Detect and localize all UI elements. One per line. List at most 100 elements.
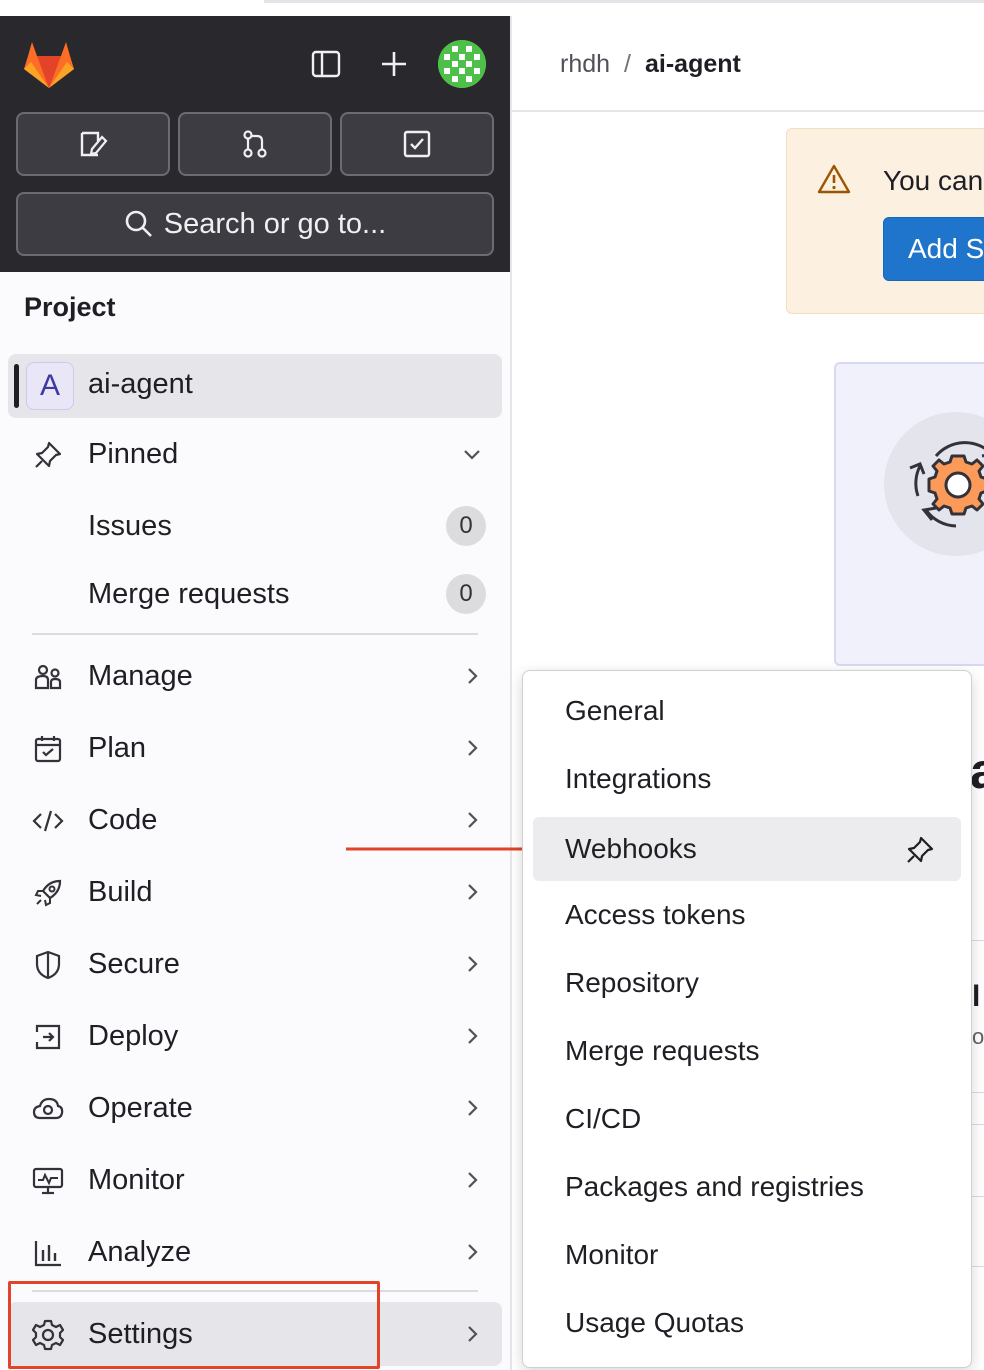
menu-item-webhooks[interactable]: Webhooks [533,817,961,881]
menu-item-merge-requests[interactable]: Merge requests [533,1019,961,1083]
chevron-right-icon [468,1326,478,1342]
project-avatar: A [26,362,74,410]
menu-item-label: Webhooks [565,833,697,864]
code-icon [28,804,68,838]
deploy-icon [28,1020,68,1054]
issues-icon [80,131,108,157]
menu-item-usage-quotas[interactable]: Usage Quotas [533,1291,961,1355]
rocket-icon [28,876,68,910]
add-ssh-key-button[interactable]: Add S [883,217,984,281]
menu-item-repository[interactable]: Repository [533,951,961,1015]
sidebar-item-deploy[interactable]: Deploy [8,1004,502,1068]
sidebar-item-label: Deploy [88,1020,179,1052]
gitlab-logo-icon[interactable] [22,38,76,90]
sidebar-item-label: Monitor [88,1164,185,1196]
search-placeholder: Search or go to... [163,207,387,240]
sidebar-item-secure[interactable]: Secure [8,932,502,996]
menu-item-label: Repository [565,967,699,998]
breadcrumb-separator: / [624,50,631,78]
heading-fragment: a [970,743,984,799]
header-divider [512,110,984,112]
chevron-right-icon [468,1100,478,1116]
sidebar-item-label: Build [88,876,153,908]
illustration-circle [884,412,984,556]
sidebar-item-plan[interactable]: Plan [8,716,502,780]
menu-item-label: Integrations [565,763,712,794]
alert-text: You can [883,165,984,196]
chevron-right-icon [468,1028,478,1044]
empty-state-card [834,362,984,666]
menu-item-access-tokens[interactable]: Access tokens [533,883,961,947]
active-indicator [14,364,19,408]
sidebar-header: Search or go to... [0,16,510,272]
text-fragment: ol [972,1024,984,1049]
menu-item-monitor[interactable]: Monitor [533,1223,961,1287]
breadcrumb: rhdh / ai-agent [560,50,741,79]
menu-item-label: General [565,695,665,726]
app-root: Search or go to... Project A ai-agent Pi… [0,0,984,1370]
pinned-item-merge-requests[interactable]: Merge requests 0 [8,562,502,626]
shield-icon [28,948,68,982]
sidebar-item-label: Manage [88,660,193,692]
divider [32,633,478,635]
chevron-right-icon [468,812,478,828]
menu-item-cicd[interactable]: CI/CD [533,1087,961,1151]
users-icon [28,660,68,694]
project-link[interactable]: A ai-agent [8,354,502,418]
settings-flyout-menu: General Integrations Webhooks Access tok… [522,670,972,1368]
search-button[interactable]: Search or go to... [16,192,494,256]
chevron-right-icon [468,1244,478,1260]
browser-top-edge [0,0,984,14]
issues-shortcut-button[interactable] [16,112,170,176]
user-avatar[interactable] [438,40,486,88]
menu-item-label: Merge requests [565,1035,760,1066]
sidebar-item-label: Code [88,804,158,836]
menu-item-label: Packages and registries [565,1171,864,1202]
sidebar-item-label: Analyze [88,1236,192,1268]
cloud-gear-icon [28,1092,68,1126]
breadcrumb-parent[interactable]: rhdh [560,50,610,78]
pinned-item-label: Issues [88,510,172,542]
pinned-item-issues[interactable]: Issues 0 [8,494,502,558]
warning-alert: You can Add S [786,128,984,314]
monitor-icon [28,1164,68,1198]
pin-icon[interactable] [905,835,935,865]
section-title: Project [24,292,116,322]
pin-icon [28,438,68,472]
chevron-right-icon [468,668,478,684]
menu-item-label: Access tokens [565,899,746,930]
count-badge: 0 [446,574,486,614]
merge-requests-shortcut-button[interactable] [178,112,332,176]
search-icon [125,210,152,237]
menu-item-packages-and-registries[interactable]: Packages and registries [533,1155,961,1219]
sidebar-item-analyze[interactable]: Analyze [8,1220,502,1284]
warning-icon [817,164,851,194]
sidebar: Search or go to... Project A ai-agent Pi… [0,16,512,1370]
sidebar-item-monitor[interactable]: Monitor [8,1148,502,1212]
sidebar-toggle-icon[interactable] [306,42,346,86]
chevron-down-icon [464,450,480,460]
pinned-item-label: Merge requests [88,578,290,610]
sidebar-item-label: Secure [88,948,180,980]
pinned-label: Pinned [88,438,179,470]
pinned-section-toggle[interactable]: Pinned [8,422,502,486]
sidebar-item-build[interactable]: Build [8,860,502,924]
chevron-right-icon [468,956,478,972]
plus-icon[interactable] [374,42,414,86]
menu-item-label: Usage Quotas [565,1307,744,1338]
chart-icon [28,1236,68,1270]
menu-item-integrations[interactable]: Integrations [533,747,961,811]
breadcrumb-current[interactable]: ai-agent [645,50,741,78]
chevron-right-icon [468,1172,478,1188]
annotation-highlight-box [8,1281,380,1369]
menu-item-label: CI/CD [565,1103,642,1134]
sidebar-item-label: Operate [88,1092,193,1124]
menu-item-general[interactable]: General [533,679,961,743]
chevron-right-icon [468,740,478,756]
merge-request-icon [243,130,267,158]
project-name: ai-agent [88,368,193,400]
sidebar-item-operate[interactable]: Operate [8,1076,502,1140]
calendar-icon [28,732,68,766]
sidebar-item-manage[interactable]: Manage [8,644,502,708]
todo-shortcut-button[interactable] [340,112,494,176]
